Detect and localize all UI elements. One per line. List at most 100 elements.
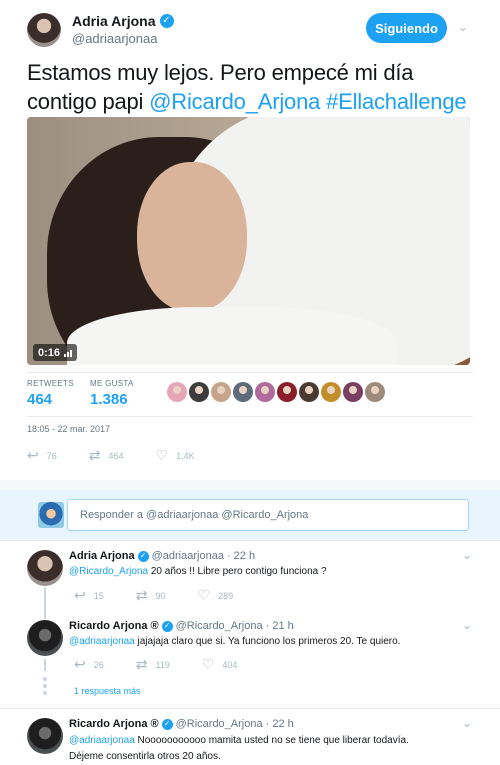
reply-actions: ↩ 15 ⇄ 90 ♡ 289 bbox=[74, 587, 265, 604]
current-user-avatar bbox=[38, 502, 64, 528]
reply-icon: ↩ bbox=[27, 447, 39, 463]
reply-header: Ricardo Arjona ® ✓ @Ricardo_Arjona · 21 … bbox=[69, 620, 294, 632]
liker-avatar[interactable] bbox=[255, 382, 275, 402]
tweet-mention-link[interactable]: @Ricardo_Arjona bbox=[149, 89, 320, 114]
reply-input[interactable]: Responder a @adriaarjonaa @Ricardo_Arjon… bbox=[67, 499, 469, 531]
video-duration: 0:16 bbox=[38, 346, 61, 359]
heart-icon: ♡ bbox=[155, 447, 169, 463]
chevron-down-icon[interactable]: ⌄ bbox=[462, 548, 472, 562]
likes-stat[interactable]: ME GUSTA 1.386 bbox=[90, 379, 134, 408]
heart-icon: ♡ bbox=[201, 656, 215, 672]
likes-value: 1.386 bbox=[90, 391, 128, 408]
author-name[interactable]: Adria Arjona bbox=[72, 13, 156, 29]
retweet-count: 464 bbox=[108, 450, 124, 461]
reply-avatar[interactable] bbox=[27, 550, 63, 586]
like-count: 289 bbox=[218, 590, 234, 601]
like-button[interactable]: ♡ 1,4K bbox=[156, 447, 195, 464]
retweet-icon: ⇄ bbox=[135, 587, 148, 603]
chevron-down-icon[interactable]: ⌄ bbox=[458, 20, 468, 34]
reply-author-name[interactable]: Ricardo Arjona ® bbox=[69, 620, 159, 632]
more-replies-link[interactable]: 1 respuesta más bbox=[74, 686, 141, 696]
reply-text: @adriaarjonaa Nooooooooooo mamita usted … bbox=[69, 733, 479, 765]
reply-text: @adriaarjonaa jajajaja claro que si. Ya … bbox=[69, 634, 479, 650]
liker-avatar[interactable] bbox=[277, 382, 297, 402]
thread-dot bbox=[43, 691, 47, 695]
video-frame-face bbox=[137, 162, 247, 312]
verified-badge-icon: ✓ bbox=[159, 14, 174, 28]
verified-badge-icon: ✓ bbox=[161, 718, 173, 730]
thread-dot bbox=[43, 684, 47, 688]
reply-button[interactable]: ↩ 15 bbox=[74, 587, 104, 604]
reply-input-placeholder: Responder a @adriaarjonaa @Ricardo_Arjon… bbox=[80, 509, 309, 521]
reply-header: Ricardo Arjona ® ✓ @Ricardo_Arjona · 22 … bbox=[69, 718, 294, 730]
author-name-row[interactable]: Adria Arjona ✓ bbox=[72, 13, 174, 29]
retweet-icon: ⇄ bbox=[135, 656, 148, 672]
reply-avatar[interactable] bbox=[27, 718, 63, 754]
reply-time[interactable]: · 22 h bbox=[227, 550, 255, 562]
reply-body-line1: Nooooooooooo mamita usted no se tiene qu… bbox=[134, 735, 409, 746]
reply-time[interactable]: · 21 h bbox=[266, 620, 294, 632]
reply-count: 15 bbox=[93, 590, 104, 601]
chevron-down-icon[interactable]: ⌄ bbox=[462, 716, 472, 730]
like-button[interactable]: ♡ 404 bbox=[202, 656, 238, 673]
reply-icon: ↩ bbox=[74, 656, 86, 672]
liker-avatar[interactable] bbox=[321, 382, 341, 402]
reply-tweet[interactable]: Adria Arjona ✓ @adriaarjonaa · 22 h ⌄ @R… bbox=[0, 541, 500, 611]
tweet-timestamp[interactable]: 18:05 - 22 mar. 2017 bbox=[27, 424, 110, 434]
retweets-stat[interactable]: RETWEETS 464 bbox=[27, 379, 74, 408]
heart-icon: ♡ bbox=[197, 587, 211, 603]
liker-avatar[interactable] bbox=[211, 382, 231, 402]
reply-button[interactable]: ↩ 76 bbox=[27, 447, 57, 464]
reply-author-handle[interactable]: @Ricardo_Arjona bbox=[176, 620, 263, 632]
reply-avatar[interactable] bbox=[27, 620, 63, 656]
chevron-down-icon[interactable]: ⌄ bbox=[462, 618, 472, 632]
reply-author-name[interactable]: Adria Arjona bbox=[69, 550, 135, 562]
reply-body: 20 años !! Libre pero contigo funciona ? bbox=[148, 566, 327, 577]
thread-line bbox=[44, 587, 46, 611]
liker-avatar[interactable] bbox=[365, 382, 385, 402]
tweet-actions: ↩ 76 ⇄ 464 ♡ 1,4K bbox=[27, 447, 227, 464]
reply-tweet[interactable]: Ricardo Arjona ® ✓ @Ricardo_Arjona · 22 … bbox=[0, 709, 500, 765]
liker-avatar[interactable] bbox=[343, 382, 363, 402]
retweets-value: 464 bbox=[27, 391, 53, 408]
like-count: 404 bbox=[222, 659, 238, 670]
verified-badge-icon: ✓ bbox=[137, 550, 149, 562]
likes-label: ME GUSTA bbox=[90, 379, 134, 388]
like-button[interactable]: ♡ 289 bbox=[198, 587, 234, 604]
video-duration-badge: 0:16 bbox=[33, 344, 78, 361]
retweet-button[interactable]: ⇄ 119 bbox=[136, 656, 170, 673]
reply-body-line2: Déjeme consentirla otros 20 años. bbox=[69, 751, 221, 762]
reply-author-handle[interactable]: @Ricardo_Arjona bbox=[176, 718, 263, 730]
reply-composer: Responder a @adriaarjonaa @Ricardo_Arjon… bbox=[0, 490, 500, 540]
retweet-icon: ⇄ bbox=[88, 447, 101, 463]
video-player[interactable]: 0:16 bbox=[27, 117, 470, 365]
reply-text: @Ricardo_Arjona 20 años !! Libre pero co… bbox=[69, 564, 479, 580]
reply-count: 26 bbox=[93, 659, 104, 670]
author-handle[interactable]: @adriaarjonaa bbox=[72, 31, 157, 46]
liker-avatar[interactable] bbox=[167, 382, 187, 402]
retweet-button[interactable]: ⇄ 90 bbox=[136, 587, 166, 604]
tweet-hashtag-link[interactable]: #Ellachallenge bbox=[326, 89, 467, 114]
reply-author-name[interactable]: Ricardo Arjona ® bbox=[69, 718, 159, 730]
thread-line bbox=[44, 659, 46, 671]
verified-badge-icon: ✓ bbox=[161, 620, 173, 632]
tweet-stats: RETWEETS 464 ME GUSTA 1.386 bbox=[27, 372, 473, 417]
following-button[interactable]: Siguiendo bbox=[366, 13, 447, 43]
liker-avatar[interactable] bbox=[299, 382, 319, 402]
tweet-text: Estamos muy lejos. Pero empecé mi día co… bbox=[27, 58, 477, 116]
retweet-button[interactable]: ⇄ 464 bbox=[89, 447, 124, 464]
liker-avatar[interactable] bbox=[233, 382, 253, 402]
author-avatar[interactable] bbox=[27, 13, 61, 47]
main-tweet: Adria Arjona ✓ @adriaarjonaa Siguiendo ⌄… bbox=[0, 0, 500, 490]
reply-mention-link[interactable]: @Ricardo_Arjona bbox=[69, 566, 148, 577]
reply-mention-link[interactable]: @adriaarjonaa bbox=[69, 636, 135, 647]
retweet-count: 119 bbox=[155, 659, 170, 670]
reply-actions: ↩ 26 ⇄ 119 ♡ 404 bbox=[74, 656, 269, 673]
reply-button[interactable]: ↩ 26 bbox=[74, 656, 104, 673]
reply-time[interactable]: · 22 h bbox=[266, 718, 294, 730]
reply-mention-link[interactable]: @adriaarjonaa bbox=[69, 735, 135, 746]
retweet-count: 90 bbox=[155, 590, 166, 601]
reply-author-handle[interactable]: @adriaarjonaa bbox=[152, 550, 224, 562]
liker-avatar[interactable] bbox=[189, 382, 209, 402]
reply-icon: ↩ bbox=[74, 587, 86, 603]
